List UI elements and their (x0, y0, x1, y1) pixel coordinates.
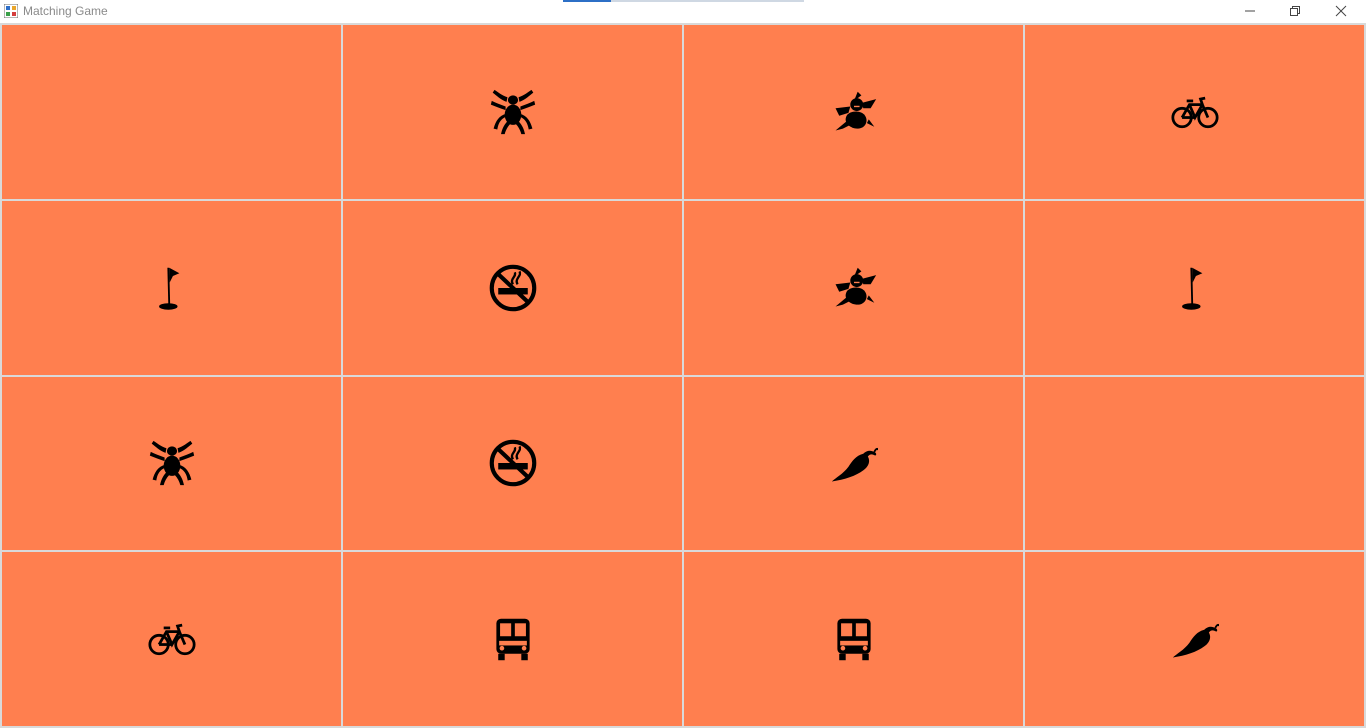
game-board (0, 23, 1366, 728)
bicycle-icon (146, 613, 198, 665)
chili-pepper-icon (828, 437, 880, 489)
tile-r3-c3[interactable] (684, 376, 1023, 551)
taskbar-accent-secondary (611, 0, 804, 2)
no-smoking-icon (487, 437, 539, 489)
bus-icon (828, 613, 880, 665)
tile-r2-c4[interactable] (1025, 200, 1364, 375)
minimize-button[interactable] (1227, 0, 1273, 22)
chili-pepper-icon (1169, 613, 1221, 665)
tile-r2-c2[interactable] (343, 200, 682, 375)
tile-r3-c2[interactable] (343, 376, 682, 551)
bus-icon (487, 613, 539, 665)
ninja-icon (828, 86, 880, 138)
tile-r3-c4[interactable] (1025, 376, 1364, 551)
tile-r2-c1[interactable] (2, 200, 341, 375)
minimize-icon (1245, 10, 1255, 12)
tile-r1-c1[interactable] (2, 25, 341, 199)
tile-r1-c4[interactable] (1025, 25, 1364, 199)
golf-flag-icon (146, 262, 198, 314)
taskbar-accent (563, 0, 611, 2)
tile-r4-c4[interactable] (1025, 552, 1364, 726)
tile-r2-c3[interactable] (684, 200, 1023, 375)
spider-icon (146, 437, 198, 489)
tile-r3-c1[interactable] (2, 376, 341, 551)
tile-r4-c2[interactable] (343, 552, 682, 726)
golf-flag-icon (1169, 262, 1221, 314)
no-smoking-icon (487, 262, 539, 314)
title-bar[interactable]: Matching Game (0, 0, 1366, 23)
restore-button[interactable] (1272, 0, 1318, 22)
close-button[interactable] (1318, 0, 1364, 22)
tile-r1-c2[interactable] (343, 25, 682, 199)
window-title: Matching Game (23, 4, 108, 18)
restore-icon (1290, 6, 1300, 16)
ninja-icon (828, 262, 880, 314)
matching-game-window: Matching Game (0, 0, 1366, 728)
bicycle-icon (1169, 86, 1221, 138)
tile-r4-c3[interactable] (684, 552, 1023, 726)
close-icon (1335, 5, 1347, 17)
app-icon (4, 4, 18, 18)
spider-icon (487, 86, 539, 138)
tile-r1-c3[interactable] (684, 25, 1023, 199)
tile-r4-c1[interactable] (2, 552, 341, 726)
